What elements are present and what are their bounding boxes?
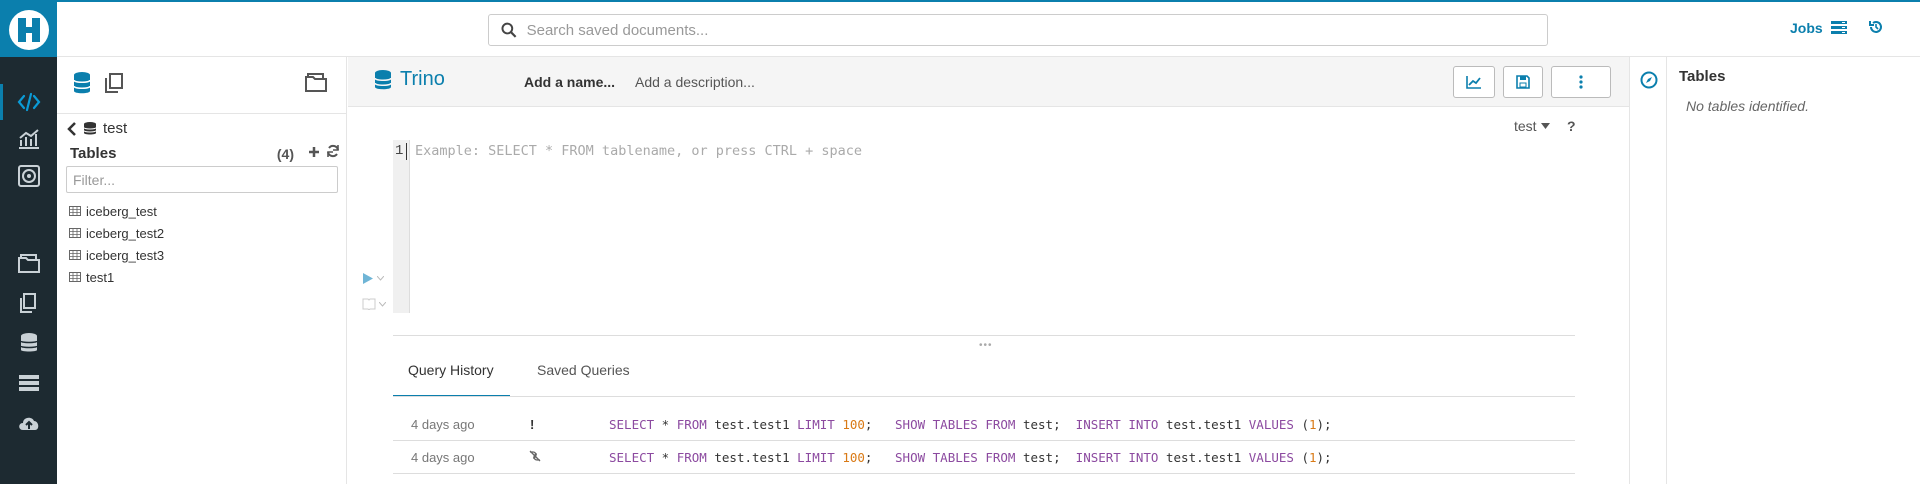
table-item[interactable]: iceberg_test <box>69 200 164 222</box>
database-context-selector[interactable]: test <box>1514 118 1550 134</box>
hue-logo[interactable] <box>0 2 57 57</box>
filter-input[interactable] <box>66 166 338 193</box>
scheduler-icon[interactable] <box>0 158 57 194</box>
results-tabs: Query History Saved Queries <box>393 362 645 397</box>
right-assist-panel: Tables No tables identified. <box>1667 57 1920 484</box>
kebab-icon <box>1579 75 1583 89</box>
execute-button[interactable] <box>362 272 384 285</box>
table-item[interactable]: test1 <box>69 266 164 288</box>
resize-handle-icon[interactable]: ••• <box>979 340 993 351</box>
history-time: 4 days ago <box>411 416 475 432</box>
table-icon <box>69 250 81 260</box>
engine-selector[interactable]: Trino <box>374 68 445 91</box>
database-icon[interactable] <box>72 71 92 98</box>
right-assist-strip <box>1629 57 1667 484</box>
no-tables-message: No tables identified. <box>1686 98 1809 114</box>
logo-icon <box>8 9 49 50</box>
importer-icon[interactable] <box>0 405 57 441</box>
save-button[interactable] <box>1503 66 1543 98</box>
more-options-button[interactable] <box>1551 66 1611 98</box>
docs-icon[interactable] <box>103 71 125 98</box>
tab-query-history[interactable]: Query History <box>393 362 510 397</box>
table-item[interactable]: iceberg_test3 <box>69 244 164 266</box>
query-name-field[interactable]: Add a name... <box>524 74 615 90</box>
left-assist-panel: test Tables (4) iceberg_test iceberg_tes… <box>57 57 347 484</box>
tabs-divider <box>393 396 1575 397</box>
link-icon <box>528 450 542 465</box>
nav-rail <box>0 2 57 484</box>
code-editor[interactable]: Example: SELECT * FROM tablename, or pre… <box>415 143 862 159</box>
editor-divider <box>393 335 1575 336</box>
chevron-down-icon <box>379 301 386 307</box>
table-icon <box>69 272 81 282</box>
table-name: iceberg_test <box>86 203 157 219</box>
db-small-icon <box>83 122 97 135</box>
chart-icon <box>1466 76 1481 89</box>
database-breadcrumb[interactable]: test <box>67 120 127 137</box>
jobs-list-icon <box>1830 21 1847 34</box>
snippet-menu-button[interactable] <box>362 298 386 310</box>
database-name: test <box>103 120 128 137</box>
tab-saved-queries[interactable]: Saved Queries <box>522 362 645 397</box>
documents-icon[interactable] <box>0 245 57 281</box>
search-icon <box>501 22 517 38</box>
right-panel-title: Tables <box>1679 68 1726 85</box>
jobs-button[interactable]: Jobs <box>1790 20 1847 36</box>
history-row[interactable]: 4 days ago ! SELECT * FROM test.test1 LI… <box>393 408 1575 441</box>
table-name: iceberg_test2 <box>86 225 165 241</box>
help-button[interactable]: ? <box>1567 118 1576 134</box>
history-query: SELECT * FROM test.test1 LIMIT 100; SHOW… <box>609 416 1332 432</box>
query-description-field[interactable]: Add a description... <box>635 74 755 90</box>
chevron-down-icon <box>377 276 384 281</box>
save-icon <box>1516 75 1530 89</box>
text-cursor <box>406 143 407 160</box>
history-time: 4 days ago <box>411 449 475 465</box>
chart-button[interactable] <box>1453 66 1495 98</box>
engine-name: Trino <box>400 68 445 90</box>
add-icon[interactable] <box>308 145 320 163</box>
editor-icon[interactable] <box>0 84 57 120</box>
table-item[interactable]: iceberg_test2 <box>69 222 164 244</box>
refresh-icon[interactable] <box>326 144 340 163</box>
jobs-icon[interactable] <box>0 365 57 401</box>
back-chevron-icon[interactable] <box>67 121 77 136</box>
book-icon <box>362 298 376 310</box>
search-box[interactable] <box>488 14 1548 46</box>
search-input[interactable] <box>526 21 1547 39</box>
history-query: SELECT * FROM test.test1 LIMIT 100; SHOW… <box>609 449 1332 465</box>
tables-title: Tables <box>70 145 117 162</box>
top-header: Jobs <box>57 2 1920 57</box>
folder-icon[interactable] <box>304 71 328 96</box>
editor-toolbar: Trino Add a name... Add a description... <box>348 57 1629 107</box>
play-icon <box>363 273 373 284</box>
context-db: test <box>1514 118 1537 134</box>
assist-toolbar <box>57 57 346 114</box>
dashboard-icon[interactable] <box>0 121 57 157</box>
table-name: test1 <box>86 269 115 285</box>
history-row[interactable]: 4 days ago SELECT * FROM test.test1 LIMI… <box>393 441 1575 474</box>
tables-header: Tables (4) <box>70 144 340 163</box>
editor-gutter <box>393 140 410 313</box>
history-icon[interactable] <box>1868 19 1884 38</box>
compass-icon[interactable] <box>1640 71 1658 92</box>
line-number: 1 <box>395 143 404 159</box>
files-icon[interactable] <box>0 285 57 321</box>
error-icon: ! <box>530 416 535 432</box>
table-icon <box>69 206 81 216</box>
table-list: iceberg_test iceberg_test2 iceberg_test3… <box>69 200 164 288</box>
jobs-label: Jobs <box>1790 20 1823 36</box>
table-name: iceberg_test3 <box>86 247 165 263</box>
tables-count: (4) <box>276 145 294 162</box>
trino-db-icon <box>374 69 392 89</box>
tables-icon[interactable] <box>0 325 57 361</box>
caret-down-icon <box>1540 123 1550 129</box>
table-icon <box>69 228 81 238</box>
